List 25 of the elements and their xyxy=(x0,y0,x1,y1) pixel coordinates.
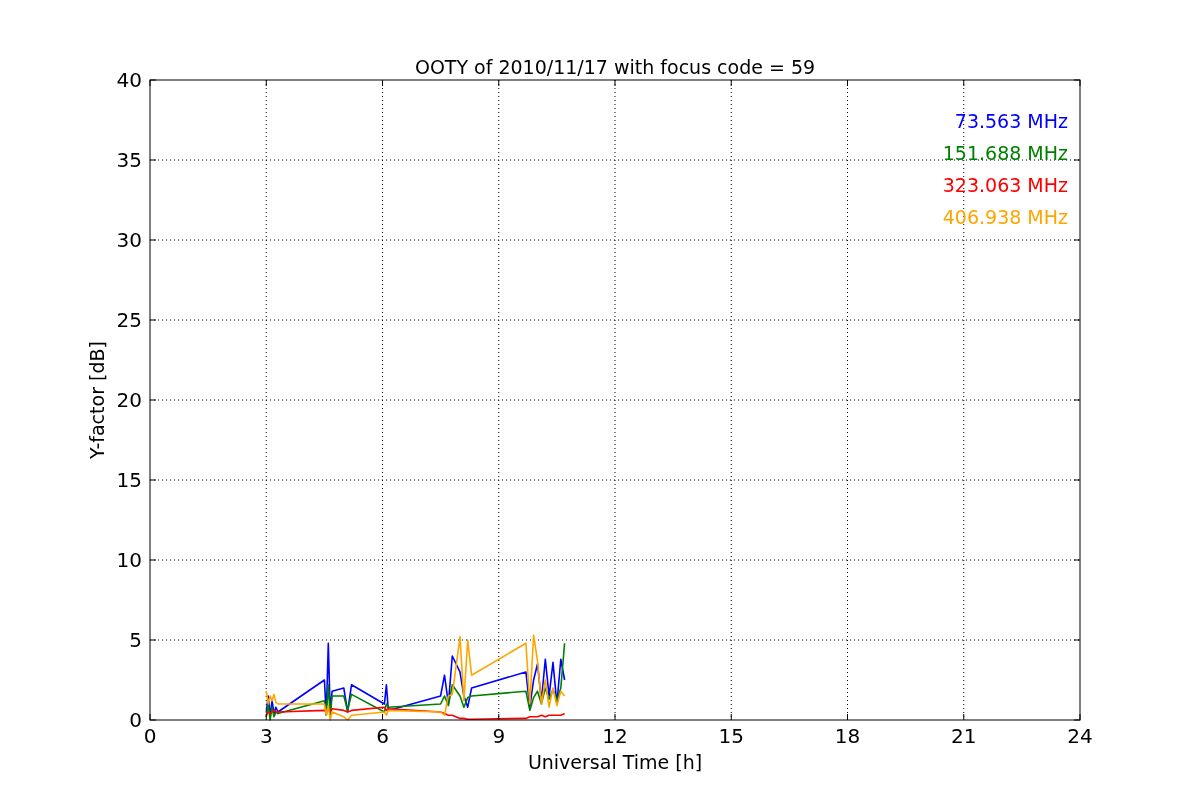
y-tick-label: 40 xyxy=(116,68,142,92)
x-tick-label: 12 xyxy=(602,724,628,748)
x-tick-label: 21 xyxy=(951,724,977,748)
x-tick-label: 3 xyxy=(259,724,273,748)
y-tick-label: 10 xyxy=(116,548,142,572)
chart-title: OOTY of 2010/11/17 with focus code = 59 xyxy=(414,56,816,78)
x-tick-label: 0 xyxy=(143,724,157,748)
legend-label: 151.688 MHz xyxy=(942,142,1068,164)
y-tick-label: 5 xyxy=(129,628,142,652)
x-tick-label: 18 xyxy=(834,724,861,748)
legend-label: 406.938 MHz xyxy=(942,206,1068,228)
x-tick-label: 9 xyxy=(492,724,506,748)
x-axis-label: Universal Time [h] xyxy=(527,751,703,773)
y-tick-label: 35 xyxy=(116,148,142,172)
x-tick-label: 24 xyxy=(1067,724,1093,748)
x-tick-label: 6 xyxy=(376,724,389,748)
legend-label: 323.063 MHz xyxy=(942,174,1068,196)
y-tick-label: 30 xyxy=(116,228,142,252)
y-tick-label: 20 xyxy=(116,388,142,412)
y-tick-label: 15 xyxy=(116,468,142,492)
legend-label: 73.563 MHz xyxy=(954,110,1068,132)
x-tick-label: 15 xyxy=(718,724,744,748)
y-axis-label: Y-factor [dB] xyxy=(86,341,108,459)
y-tick-label: 25 xyxy=(116,308,142,332)
y-tick-label: 0 xyxy=(129,708,142,732)
